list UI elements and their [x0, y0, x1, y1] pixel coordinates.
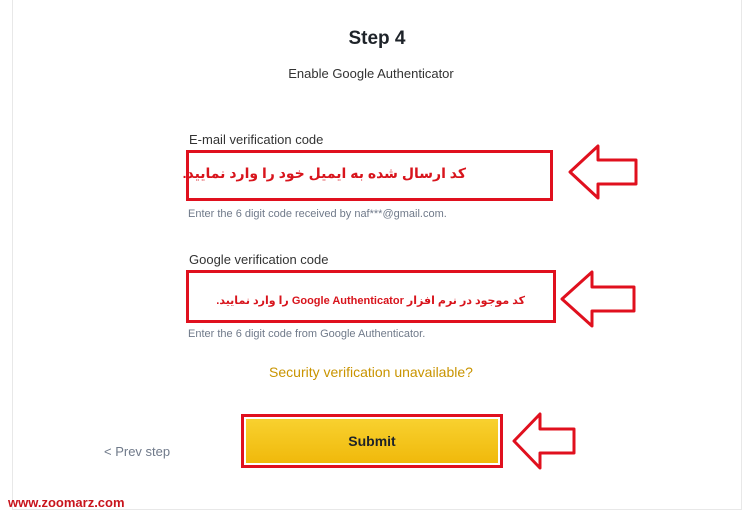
step-subtitle: Enable Google Authenticator — [288, 66, 454, 81]
email-code-input[interactable]: کد ارسال شده به ایمیل خود را وارد نمایید… — [182, 150, 553, 201]
google-code-input[interactable]: کد موجود در نرم افزار Google Authenticat… — [186, 270, 556, 323]
left-arrow-icon — [560, 270, 636, 328]
left-arrow-icon — [568, 144, 638, 200]
watermark: www.zoomarz.com — [8, 495, 125, 510]
left-arrow-icon — [512, 412, 576, 470]
security-unavailable-link[interactable]: Security verification unavailable? — [0, 364, 742, 380]
email-code-hint: Enter the 6 digit code received by naf**… — [188, 208, 447, 220]
prev-step-link[interactable]: < Prev step — [104, 444, 170, 459]
email-code-annotation: کد ارسال شده به ایمیل خود را وارد نمایید… — [182, 165, 466, 181]
submit-highlight: Submit — [241, 414, 503, 468]
email-code-label: E-mail verification code — [189, 132, 324, 147]
submit-button[interactable]: Submit — [246, 419, 498, 463]
google-code-hint: Enter the 6 digit code from Google Authe… — [188, 328, 426, 340]
google-code-label: Google verification code — [189, 252, 329, 267]
step-title: Step 4 — [348, 28, 406, 49]
google-code-annotation: کد موجود در نرم افزار Google Authenticat… — [216, 295, 525, 307]
